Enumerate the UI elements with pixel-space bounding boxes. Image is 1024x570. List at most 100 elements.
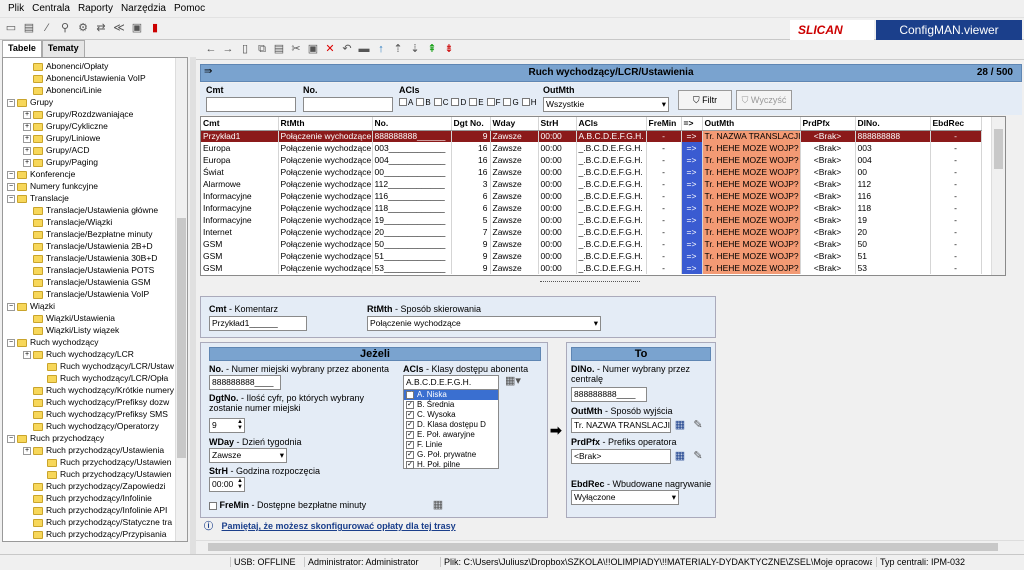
tab-tematy[interactable]: Tematy: [41, 40, 85, 57]
column-header[interactable]: Wday: [490, 117, 539, 131]
acls-item-checkbox[interactable]: ✓: [406, 390, 414, 399]
tree-item[interactable]: Ruch wychodzący/Prefiksy dozw: [3, 396, 187, 408]
delete-icon[interactable]: ✕: [323, 42, 337, 56]
acls-filter-checkbox[interactable]: [486, 98, 495, 106]
table-cell[interactable]: -: [930, 166, 982, 178]
prdpfx-edit-icon[interactable]: ✎: [691, 449, 705, 463]
table-cell[interactable]: Połączenie wychodzące: [278, 226, 373, 238]
table-cell[interactable]: Alarmowe: [201, 178, 279, 190]
table-cell[interactable]: <Brak>: [800, 214, 856, 226]
table-cell[interactable]: 00:00: [538, 166, 577, 178]
table-cell[interactable]: Połączenie wychodzące: [278, 238, 373, 250]
table-cell[interactable]: Przykład1: [201, 130, 279, 142]
open-icon[interactable]: ▭: [4, 21, 18, 35]
table-cell[interactable]: Informacyjne: [201, 190, 279, 202]
arrow-down-icon[interactable]: ⇣: [408, 42, 422, 56]
table-cell[interactable]: Zawsze: [490, 202, 539, 214]
table-cell[interactable]: <Brak>: [800, 202, 856, 214]
table-cell[interactable]: =>: [681, 166, 703, 178]
table-cell[interactable]: 16: [451, 166, 491, 178]
table-cell[interactable]: =>: [681, 142, 703, 154]
tree-scroll-thumb[interactable]: [177, 218, 186, 458]
acls-list-item[interactable]: ✓ E. Poł. awaryjne: [404, 430, 498, 440]
report-icon[interactable]: ▣: [130, 21, 144, 35]
menu-narzedzia[interactable]: Narzędzia: [117, 3, 170, 14]
table-cell[interactable]: 6: [451, 190, 491, 202]
column-header[interactable]: ACls: [576, 117, 647, 131]
tree-item[interactable]: Translacje/Ustawienia POTS: [3, 264, 187, 276]
acls-filter-checkbox[interactable]: [399, 98, 407, 106]
table-cell[interactable]: _.B.C.D.E.F.G.H.: [576, 154, 647, 166]
tree-item[interactable]: Ruch przychodzący/Ustawien: [3, 468, 187, 480]
tree-item[interactable]: + Grupy/Rozdzwaniające: [3, 108, 187, 120]
table-cell[interactable]: Tr. HEHE MOZE WOJP?: [702, 178, 801, 190]
table-cell[interactable]: Zawsze: [490, 142, 539, 154]
tree-item[interactable]: Ruch wychodzący/Operatorzy: [3, 420, 187, 432]
table-cell[interactable]: -: [930, 130, 982, 142]
table-cell[interactable]: 19: [855, 214, 931, 226]
tree-item[interactable]: − Ruch wychodzący: [3, 336, 187, 348]
table-row[interactable]: GSM Połączenie wychodzące 53_____________ 9…: [201, 262, 982, 274]
table-cell[interactable]: -: [646, 214, 682, 226]
table-cell[interactable]: GSM: [201, 238, 279, 250]
column-header[interactable]: EbdRec: [930, 117, 982, 131]
copy-icon[interactable]: ⧉: [255, 42, 269, 56]
column-header[interactable]: Dgt No.: [451, 117, 491, 131]
table-cell[interactable]: 5: [451, 214, 491, 226]
acls-filter-checkbox[interactable]: [503, 98, 512, 106]
table-cell[interactable]: Tr. NAZWA TRANSLACJI: [702, 130, 801, 142]
table-cell[interactable]: 51: [855, 250, 931, 262]
table-cell[interactable]: <Brak>: [800, 154, 856, 166]
table-cell[interactable]: 9: [451, 130, 491, 142]
expand-icon[interactable]: −: [7, 170, 15, 179]
table-cell[interactable]: Tr. HEHE MOZE WOJP?: [702, 250, 801, 262]
acls-item-checkbox[interactable]: ✓: [406, 400, 414, 409]
table-row[interactable]: Informacyjne Połączenie wychodzące 118____…: [201, 202, 982, 214]
tree-item[interactable]: + Ruch wychodzący/LCR: [3, 348, 187, 360]
table-cell[interactable]: 116: [855, 190, 931, 202]
table-cell[interactable]: Połączenie wychodzące: [278, 166, 373, 178]
table-cell[interactable]: =>: [681, 226, 703, 238]
tree-item[interactable]: + Grupy/Liniowe: [3, 132, 187, 144]
table-cell[interactable]: 16: [451, 154, 491, 166]
table-cell[interactable]: -: [646, 130, 682, 142]
table-row[interactable]: Europa Połączenie wychodzące 003__________…: [201, 142, 982, 154]
tree-item[interactable]: Translacje/Ustawienia 2B+D: [3, 240, 187, 252]
import-icon[interactable]: ⇞: [425, 42, 439, 56]
tree-item[interactable]: Translacje/Bezpłatne minuty: [3, 228, 187, 240]
table-cell[interactable]: Zawsze: [490, 130, 539, 142]
expand-icon[interactable]: −: [7, 194, 15, 203]
tree-scrollbar[interactable]: [175, 58, 187, 541]
table-row[interactable]: Alarmowe Połączenie wychodzące 112________…: [201, 178, 982, 190]
prdpfx-table-icon[interactable]: ▦: [673, 449, 687, 463]
table-cell[interactable]: -: [646, 238, 682, 250]
expand-icon[interactable]: −: [7, 302, 15, 311]
expand-icon[interactable]: +: [23, 158, 31, 167]
table-cell[interactable]: 9: [451, 238, 491, 250]
table-cell[interactable]: Zawsze: [490, 214, 539, 226]
table-cell[interactable]: -: [646, 190, 682, 202]
table-cell[interactable]: -: [930, 190, 982, 202]
table-cell[interactable]: 20: [855, 226, 931, 238]
table-cell[interactable]: Tr. HEHE MOZE WOJP?: [702, 226, 801, 238]
filter-no-input[interactable]: [303, 97, 393, 112]
tab-tabele[interactable]: Tabele: [2, 40, 42, 57]
table-cell[interactable]: Zawsze: [490, 166, 539, 178]
table-cell[interactable]: Połączenie wychodzące: [278, 214, 373, 226]
table-cell[interactable]: 00:00: [538, 250, 577, 262]
export-icon[interactable]: ⇟: [442, 42, 456, 56]
tree-item[interactable]: − Grupy: [3, 96, 187, 108]
acls-list-item[interactable]: ✓ C. Wysoka: [404, 410, 498, 420]
forward-icon[interactable]: →: [221, 42, 235, 56]
table-cell[interactable]: 112: [855, 178, 931, 190]
tree-item[interactable]: + Grupy/Cykliczne: [3, 120, 187, 132]
spinner-arrows-icon[interactable]: ▲ ▼: [237, 478, 243, 490]
table-cell[interactable]: Internet: [201, 226, 279, 238]
tree-item[interactable]: Ruch wychodzący/Krótkie numery: [3, 384, 187, 396]
expand-icon[interactable]: −: [7, 182, 15, 191]
new-icon[interactable]: ▯: [238, 42, 252, 56]
table-cell[interactable]: Połączenie wychodzące: [278, 130, 373, 142]
grid-resize-handle[interactable]: [540, 281, 640, 285]
acls-filter-checkbox[interactable]: [416, 98, 425, 106]
column-header[interactable]: =>: [681, 117, 703, 131]
